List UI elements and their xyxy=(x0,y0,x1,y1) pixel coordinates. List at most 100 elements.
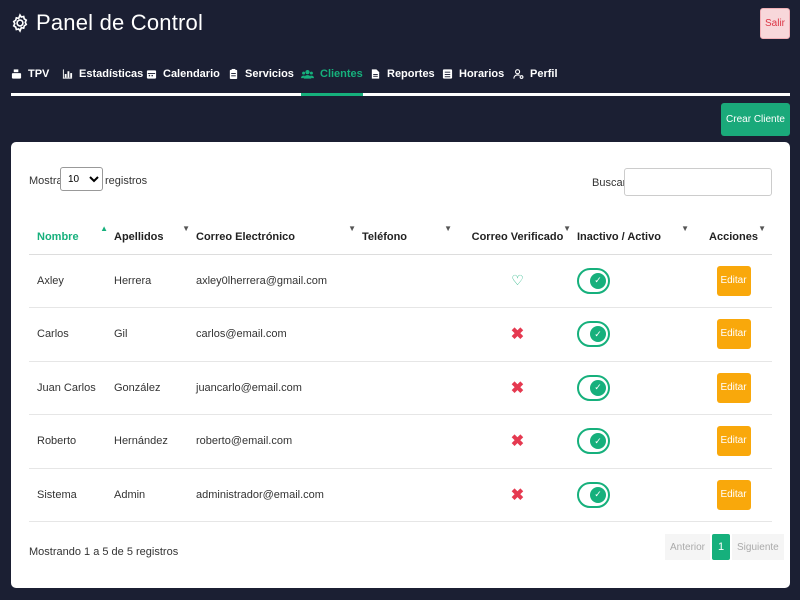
active-toggle[interactable]: ✓ xyxy=(577,374,610,401)
cell-active: ✓ xyxy=(577,361,695,415)
clients-card: Mostrar 10 registros Buscar: Nombre ▲ Ape… xyxy=(11,142,790,588)
cell-last-name: González xyxy=(114,361,196,415)
clients-table: Nombre ▲ Apellidos ▼ Correo Electrónico ▼ T… xyxy=(29,220,772,522)
header-verificado[interactable]: Correo Verificado ▼ xyxy=(458,220,577,255)
cell-phone xyxy=(362,307,458,362)
table-header-row: Nombre ▲ Apellidos ▼ Correo Electrónico ▼ T… xyxy=(29,220,772,255)
check-icon: ✓ xyxy=(590,326,606,343)
cell-phone xyxy=(362,468,458,522)
cell-name: Carlos xyxy=(29,307,114,362)
edit-button[interactable]: Editar xyxy=(716,319,751,350)
cell-verified: ✖ xyxy=(458,468,577,522)
cell-actions: Editar xyxy=(695,361,772,415)
active-toggle[interactable]: ✓ xyxy=(577,428,610,455)
cell-last-name: Gil xyxy=(114,307,196,362)
not-verified-x-icon: ✖ xyxy=(510,326,525,344)
schedule-icon xyxy=(442,69,453,79)
nav-item-perfil[interactable]: Perfil xyxy=(513,68,558,96)
table-row: Roberto Hernández roberto@email.com ✖ ✓ Edita… xyxy=(29,414,772,469)
cell-actions: Editar xyxy=(695,254,772,308)
gear-icon xyxy=(12,13,28,33)
nav-label: Reportes xyxy=(387,68,435,80)
pagination: Anterior 1 Siguiente xyxy=(665,534,784,560)
file-icon xyxy=(371,69,380,79)
chart-icon xyxy=(62,69,73,79)
sort-icon: ▼ xyxy=(348,224,356,233)
cell-phone xyxy=(362,254,458,308)
header-label: Acciones xyxy=(709,230,758,243)
cell-verified: ✖ xyxy=(458,414,577,469)
edit-button[interactable]: Editar xyxy=(716,372,751,403)
create-client-button[interactable]: Crear Cliente xyxy=(721,103,790,136)
nav-item-clientes[interactable]: Clientes xyxy=(301,68,363,96)
nav-item-tpv[interactable]: TPV xyxy=(11,68,49,96)
table-info: Mostrando 1 a 5 de 5 registros xyxy=(29,546,179,558)
header-activo[interactable]: Inactivo / Activo ▼ xyxy=(577,220,695,255)
header-label: Correo Verificado xyxy=(471,230,564,243)
cell-email: administrador@email.com xyxy=(196,468,362,522)
edit-button[interactable]: Editar xyxy=(716,265,751,296)
edit-button[interactable]: Editar xyxy=(716,479,751,510)
cell-verified: ✖ xyxy=(458,307,577,362)
cell-email: juancarlo@email.com xyxy=(196,361,362,415)
table-row: Carlos Gil carlos@email.com ✖ ✓ Editar xyxy=(29,307,772,362)
page-1-button[interactable]: 1 xyxy=(712,534,731,560)
nav-label: TPV xyxy=(28,68,50,80)
page-length-select[interactable]: 10 xyxy=(60,167,103,191)
table-row: Sistema Admin administrador@email.com ✖ ✓ Edi… xyxy=(29,468,772,522)
cell-name: Axley xyxy=(29,254,114,308)
cell-email: roberto@email.com xyxy=(196,414,362,469)
users-icon xyxy=(301,70,314,79)
nav-item-servicios[interactable]: Servicios xyxy=(228,68,294,96)
cell-active: ✓ xyxy=(577,468,695,522)
nav-label: Calendario xyxy=(163,68,220,80)
cell-name: Juan Carlos xyxy=(29,361,114,415)
header-apellidos[interactable]: Apellidos ▼ xyxy=(114,220,196,255)
check-icon: ✓ xyxy=(590,272,606,289)
sort-icon: ▼ xyxy=(681,224,689,233)
active-toggle[interactable]: ✓ xyxy=(577,321,610,348)
not-verified-x-icon: ✖ xyxy=(510,486,525,504)
nav-label: Perfil xyxy=(530,68,558,80)
cell-name: Sistema xyxy=(29,468,114,522)
search-input[interactable] xyxy=(624,168,772,196)
header-label: Inactivo / Activo xyxy=(577,230,661,243)
cell-active: ✓ xyxy=(577,254,695,308)
nav-item-reportes[interactable]: Reportes xyxy=(370,68,435,96)
cell-email: axley0lherrera@gmail.com xyxy=(196,254,362,308)
page-title: Panel de Control xyxy=(36,10,204,35)
cell-phone xyxy=(362,361,458,415)
nav-item-calendario[interactable]: Calendario xyxy=(146,68,220,96)
cell-phone xyxy=(362,414,458,469)
header-correo[interactable]: Correo Electrónico ▼ xyxy=(196,220,362,255)
check-icon: ✓ xyxy=(590,379,606,396)
nav-label: Estadísticas xyxy=(79,68,144,80)
next-page-button[interactable]: Siguiente xyxy=(732,534,784,560)
header-label: Teléfono xyxy=(362,230,408,243)
check-icon: ✓ xyxy=(590,486,606,503)
nav-label: Horarios xyxy=(459,68,505,80)
header-nombre[interactable]: Nombre ▲ xyxy=(29,220,114,255)
header-label: Apellidos xyxy=(114,230,164,243)
nav-item-horarios[interactable]: Horarios xyxy=(442,68,504,96)
header-telefono[interactable]: Teléfono ▼ xyxy=(362,220,458,255)
cell-actions: Editar xyxy=(695,468,772,522)
active-toggle[interactable]: ✓ xyxy=(577,267,610,294)
main-nav: TPV Estadísticas Calendario Servicios Cl… xyxy=(11,60,790,96)
edit-button[interactable]: Editar xyxy=(716,426,751,457)
check-icon: ✓ xyxy=(590,433,606,450)
table-body: Axley Herrera axley0lherrera@gmail.com ♡ ✓ Ed… xyxy=(29,254,772,522)
calendar-icon xyxy=(146,70,157,79)
logout-button[interactable]: Salir xyxy=(760,8,790,39)
previous-page-button[interactable]: Anterior xyxy=(665,534,711,560)
cash-register-icon xyxy=(11,69,22,79)
verified-check-icon: ♡ xyxy=(511,272,524,289)
table-row: Axley Herrera axley0lherrera@gmail.com ♡ ✓ Ed… xyxy=(29,254,772,308)
not-verified-x-icon: ✖ xyxy=(510,379,525,397)
clipboard-icon xyxy=(229,68,238,80)
cell-email: carlos@email.com xyxy=(196,307,362,362)
active-toggle[interactable]: ✓ xyxy=(577,481,610,508)
nav-item-estadisticas[interactable]: Estadísticas xyxy=(62,68,143,96)
sort-icon: ▼ xyxy=(563,224,571,233)
header-acciones[interactable]: Acciones ▼ xyxy=(695,220,772,255)
